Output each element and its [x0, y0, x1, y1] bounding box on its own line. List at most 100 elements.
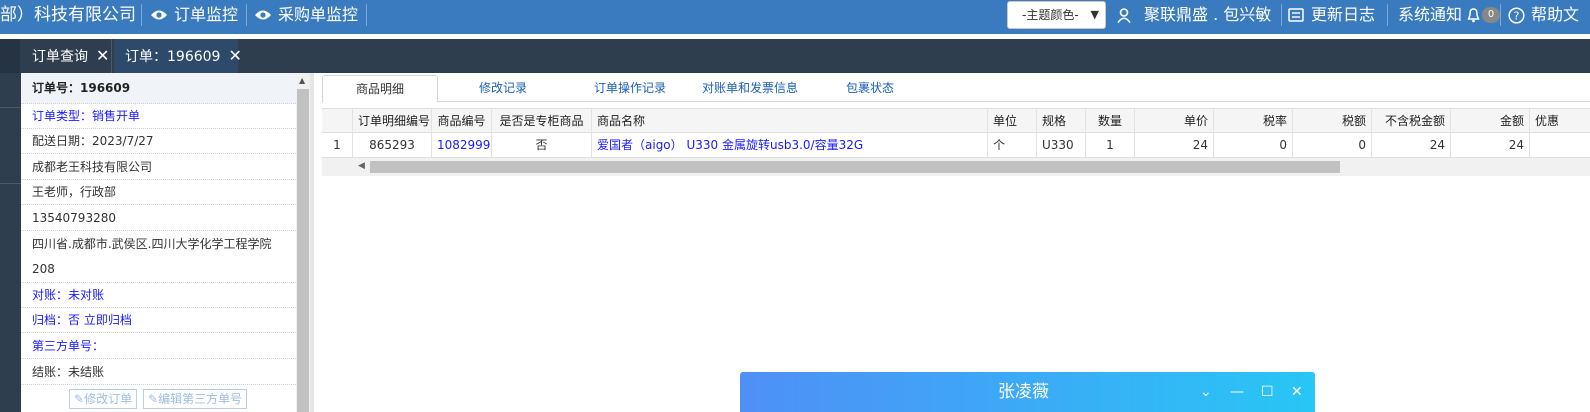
- col-header-spec: 规格: [1037, 109, 1086, 133]
- subtab-order-operation-log[interactable]: 订单操作记录: [577, 75, 683, 102]
- user-icon: [1117, 7, 1131, 23]
- log-icon: [1288, 8, 1304, 22]
- cell-counter-product: 否: [492, 133, 592, 157]
- user-menu[interactable]: 聚联鼎盛 . 包兴敏: [1117, 0, 1271, 30]
- cell-quantity: 1: [1086, 133, 1135, 157]
- col-header-detail-no: 订单明细编号: [353, 109, 432, 133]
- order-type: 订单类型：销售开单: [21, 104, 296, 129]
- eye-icon: [151, 10, 167, 20]
- subtab-package-status[interactable]: 包裹状态: [832, 75, 908, 102]
- order-number: 订单号：196609: [21, 73, 296, 104]
- update-log-link[interactable]: 更新日志: [1288, 0, 1375, 30]
- maximize-icon[interactable]: ☐: [1261, 372, 1274, 412]
- info-panel-scrollbar[interactable]: ▲: [296, 73, 310, 412]
- col-header-amount: 金额: [1451, 109, 1530, 133]
- table-header: 订单明细编号 商品编号 是否是专柜商品 商品名称 单位 规格 数量 单价 税率 …: [322, 108, 1590, 133]
- subtab-statement-invoice[interactable]: 对账单和发票信息: [692, 75, 808, 102]
- chevron-down-icon: ▼: [1090, 8, 1099, 21]
- chevron-down-icon[interactable]: ⌄: [1200, 372, 1212, 412]
- minimize-icon[interactable]: —: [1230, 372, 1244, 412]
- col-header-counter-product: 是否是专柜商品: [492, 109, 592, 133]
- company-name: 部）科技有限公司: [0, 5, 136, 25]
- help-link[interactable]: ? 帮助文: [1508, 0, 1579, 30]
- header-divider: [1500, 4, 1501, 26]
- col-header-index: [322, 109, 353, 133]
- third-party-number: 第三方单号：: [21, 334, 296, 359]
- info-actions: ✎修改订单 ✎编辑第三方单号: [69, 389, 248, 409]
- cell-tax-amount: 0: [1293, 133, 1372, 157]
- close-icon[interactable]: ✕: [228, 46, 241, 65]
- bell-icon: [1467, 7, 1480, 22]
- tab-order-query[interactable]: 订单查询 ✕: [21, 39, 112, 73]
- cell-spec: U330: [1037, 133, 1086, 157]
- eye-icon: [255, 10, 271, 20]
- col-header-unit-price: 单价: [1135, 109, 1214, 133]
- col-header-unit: 单位: [988, 109, 1037, 133]
- delivery-date: 配送日期：2023/7/27: [21, 129, 296, 154]
- tab-order-196609[interactable]: 订单：196609 ✕: [114, 39, 242, 73]
- tab-bar-left-stub: [0, 39, 20, 73]
- col-header-product-no: 商品编号: [432, 109, 492, 133]
- panel-splitter[interactable]: [310, 73, 314, 412]
- cell-product-name-link[interactable]: 爱国者（aigo） U330 金属旋转usb3.0/容量32G: [592, 133, 988, 157]
- cell-product-no-link[interactable]: 1082999: [432, 133, 492, 157]
- header-divider: [246, 4, 247, 26]
- user-name: 聚联鼎盛 . 包兴敏: [1144, 5, 1272, 24]
- col-header-tax-amount: 税额: [1293, 109, 1372, 133]
- contact-person: 王老师，行政部: [21, 180, 296, 205]
- nav-purchase-monitor[interactable]: 采购单监控: [254, 0, 358, 30]
- notifications-link[interactable]: 系统通知 0: [1398, 0, 1501, 30]
- cell-detail-no: 865293: [353, 133, 432, 157]
- close-icon[interactable]: ✕: [1291, 372, 1303, 412]
- subtab-modify-log[interactable]: 修改记录: [460, 75, 546, 102]
- nav-order-monitor-label: 订单监控: [174, 5, 239, 24]
- edit-icon: ✎: [74, 392, 85, 406]
- header-divider: [141, 4, 142, 26]
- tab-label: 订单：196609: [125, 49, 221, 65]
- cell-index: 1: [322, 133, 353, 157]
- header-divider: [366, 4, 367, 26]
- col-header-tax-rate: 税率: [1214, 109, 1293, 133]
- tab-bar: 订单查询 ✕ 订单：196609 ✕: [0, 39, 1590, 73]
- edit-third-party-button[interactable]: ✎编辑第三方单号: [143, 389, 248, 409]
- col-header-discount: 优惠: [1535, 114, 1560, 128]
- edit-third-party-label: 编辑第三方单号: [158, 392, 243, 406]
- notification-count-badge: 0: [1482, 7, 1501, 23]
- scrollbar-thumb[interactable]: [297, 89, 309, 412]
- edit-icon: ✎: [148, 392, 159, 406]
- theme-color-select[interactable]: -主题颜色- ▼: [1007, 1, 1106, 29]
- archive-status[interactable]: 归档：否 立即归档: [21, 308, 296, 333]
- svg-text:?: ?: [1514, 9, 1520, 22]
- col-header-pretax-amount: 不含税金额: [1372, 109, 1451, 133]
- customer-name: 成都老王科技有限公司: [21, 155, 296, 180]
- settlement-status: 结账：未结账: [21, 360, 296, 385]
- col-header-product-name: 商品名称: [592, 109, 988, 133]
- help-label: 帮助文: [1531, 5, 1580, 24]
- notifications-label: 系统通知: [1398, 5, 1463, 24]
- scroll-left-arrow-icon[interactable]: ◀: [358, 161, 365, 171]
- table-row[interactable]: 1 865293 1082999 否 爱国者（aigo） U330 金属旋转us…: [322, 133, 1590, 158]
- cell-unit: 个: [988, 133, 1037, 157]
- cell-tax-rate: 0: [1214, 133, 1293, 157]
- order-info-panel: 订单号：196609 订单类型：销售开单 配送日期：2023/7/27 成都老王…: [21, 73, 296, 412]
- help-icon: ?: [1508, 6, 1525, 24]
- nav-order-monitor[interactable]: 订单监控: [150, 0, 238, 30]
- reconcile-status[interactable]: 对账：未对账: [21, 283, 296, 308]
- close-icon[interactable]: ✕: [96, 46, 109, 65]
- chat-window-bar[interactable]: 张凌薇 ⌄ — ☐ ✕: [740, 372, 1315, 412]
- detail-subtabs: 商品明细 修改记录 订单操作记录 对账单和发票信息 包裹状态: [322, 75, 1590, 103]
- tab-label: 订单查询: [32, 49, 88, 65]
- subtab-product-details[interactable]: 商品明细: [322, 75, 438, 103]
- cell-amount: 24: [1451, 133, 1530, 157]
- scroll-up-arrow-icon[interactable]: ▲: [299, 76, 305, 85]
- col-header-quantity: 数量: [1086, 109, 1135, 133]
- header-divider: [1281, 4, 1282, 26]
- scrollbar-thumb[interactable]: [370, 161, 1340, 173]
- cell-pretax-amount: 24: [1372, 133, 1451, 157]
- edit-order-button[interactable]: ✎修改订单: [69, 389, 138, 409]
- table-horizontal-scrollbar[interactable]: ◀: [322, 158, 1590, 176]
- edit-order-label: 修改订单: [84, 392, 133, 406]
- top-header: 部）科技有限公司 订单监控 采购单监控 -主题颜色- ▼ 聚联鼎盛 . 包兴敏 …: [0, 0, 1590, 34]
- delivery-address: 四川省.成都市.武侯区.四川大学化学工程学院208: [21, 232, 296, 283]
- header-divider: [1387, 4, 1388, 26]
